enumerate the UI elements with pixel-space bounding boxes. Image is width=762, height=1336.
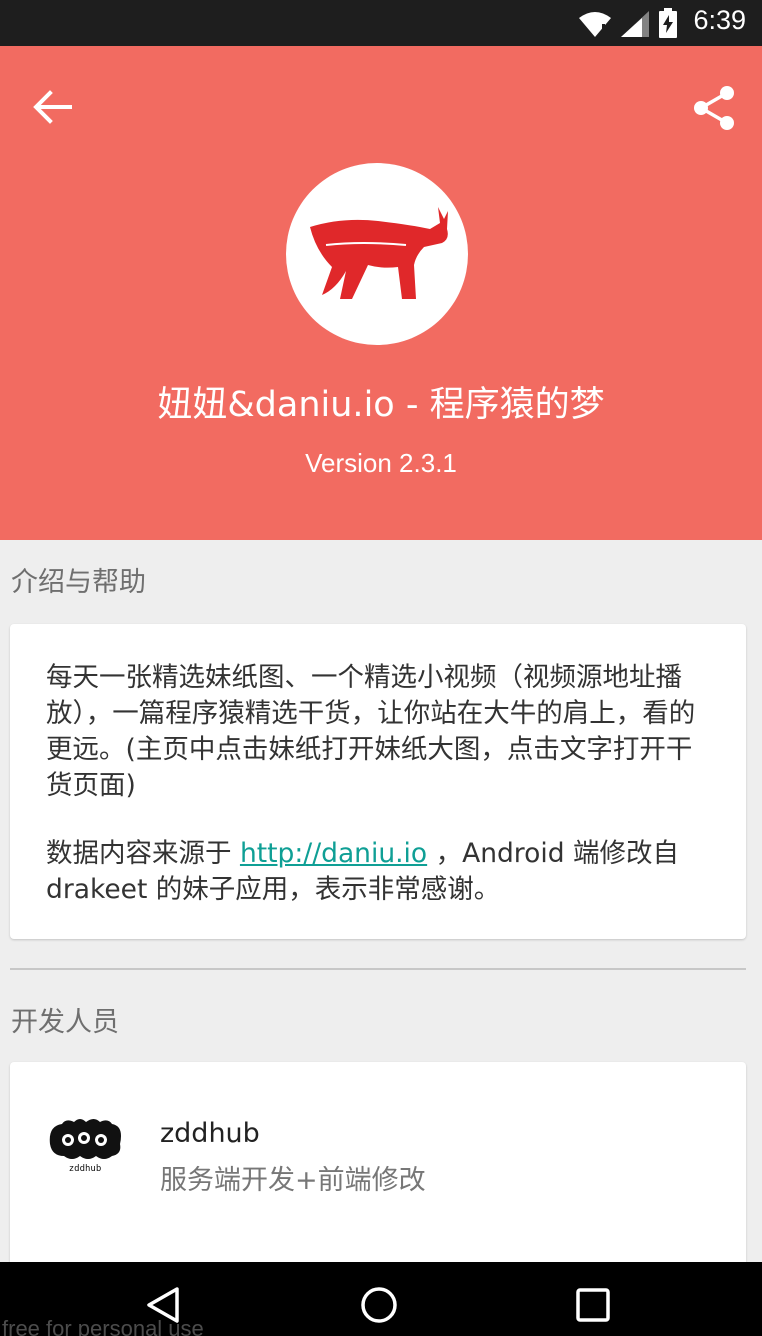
nav-home-button[interactable] xyxy=(354,1280,404,1330)
app-logo xyxy=(286,163,468,345)
nav-recents-button[interactable] xyxy=(568,1280,618,1330)
zddhub-avatar-text: zddhub xyxy=(69,1164,102,1174)
circle-home-icon xyxy=(361,1287,397,1323)
share-button[interactable] xyxy=(686,80,742,136)
battery-icon xyxy=(659,8,677,38)
intro-text-before-link: 数据内容来源于 xyxy=(46,838,240,869)
back-arrow-icon xyxy=(33,90,72,124)
intro-paragraph-1: 每天一张精选妹纸图、一个精选小视频（视频源地址播放），一篇程序猿精选干货，让你站… xyxy=(46,662,696,801)
status-icons xyxy=(578,8,678,38)
bull-logo-icon xyxy=(310,207,448,299)
signal-icon xyxy=(621,11,649,37)
developer-name: zddhub xyxy=(160,1118,260,1149)
intro-section-title: 介绍与帮助 xyxy=(11,567,146,598)
status-bar: 6:39 xyxy=(0,0,762,46)
intro-paragraph-2: 数据内容来源于 http://daniu.io ，Android 端修改自 dr… xyxy=(46,836,710,908)
developers-section-title: 开发人员 xyxy=(11,1007,119,1038)
square-recents-icon xyxy=(576,1288,610,1322)
share-icon xyxy=(694,86,734,130)
wifi-icon xyxy=(579,12,611,37)
section-divider xyxy=(10,968,746,970)
developer-item[interactable]: zddhub zddhub 服务端开发+前端修改 xyxy=(10,1078,746,1198)
source-link[interactable]: http://daniu.io xyxy=(240,838,427,869)
developer-role: 服务端开发+前端修改 xyxy=(160,1165,426,1196)
intro-card: 每天一张精选妹纸图、一个精选小视频（视频源地址播放），一篇程序猿精选干货，让你站… xyxy=(10,624,746,939)
zddhub-avatar: zddhub xyxy=(49,1119,121,1174)
watermark-text: free for personal use xyxy=(2,1316,204,1336)
status-time: 6:39 xyxy=(693,5,746,35)
app-header: 妞妞&daniu.io - 程序猿的梦 Version 2.3.1 xyxy=(0,46,762,540)
back-button[interactable] xyxy=(22,82,82,132)
app-name: 妞妞&daniu.io - 程序猿的梦 xyxy=(157,385,605,425)
app-version: Version 2.3.1 xyxy=(305,448,457,478)
